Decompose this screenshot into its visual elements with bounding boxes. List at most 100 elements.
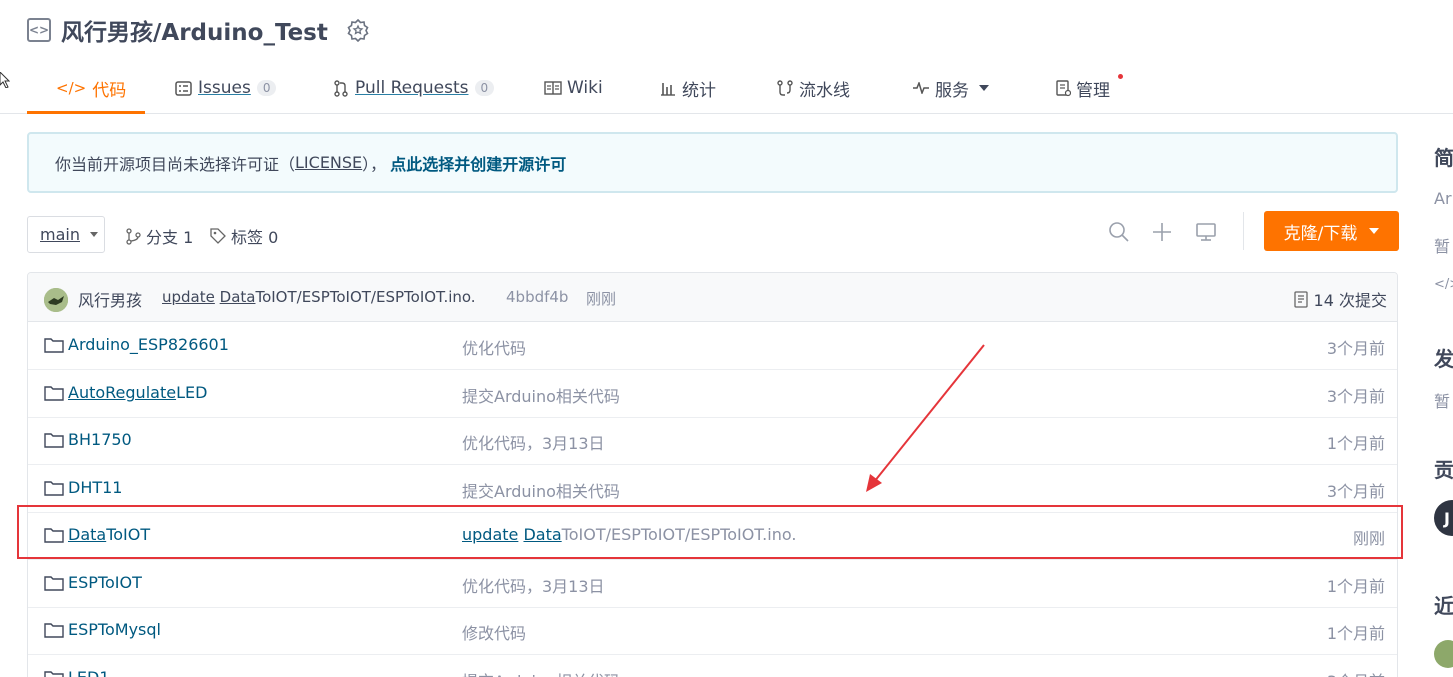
file-commit-time: 3个月前 bbox=[1326, 387, 1385, 406]
commit-hash[interactable]: 4bbdf4b bbox=[506, 288, 568, 306]
table-row[interactable]: ESPToIOT 优化代码，3月13日 1个月前 bbox=[28, 560, 1397, 608]
repo-owner[interactable]: 风行男孩 bbox=[61, 20, 153, 46]
sidebar-intro-heading: 简 bbox=[1434, 146, 1453, 170]
file-commit-time: 1个月前 bbox=[1326, 624, 1385, 643]
folder-icon bbox=[44, 338, 64, 353]
file-table: 风行男孩 update DataToIOT/ESPToIOT/ESPToIOT.… bbox=[27, 272, 1398, 677]
file-commit-message[interactable]: 提交Arduino相关代码 bbox=[462, 668, 620, 677]
folder-icon bbox=[44, 623, 64, 638]
folder-icon bbox=[44, 433, 64, 448]
file-commit-time: 3个月前 bbox=[1326, 339, 1385, 358]
branches-link[interactable]: 分支 1 bbox=[126, 224, 193, 248]
file-name-part: LED bbox=[176, 383, 208, 402]
file-name-part: AutoRegulate bbox=[68, 383, 177, 402]
clone-download-label: 克隆/下载 bbox=[1283, 223, 1358, 244]
tab-stats-label: 统计 bbox=[682, 80, 716, 101]
sidebar-releases-heading: 发 bbox=[1434, 347, 1453, 371]
tab-wiki-label: Wiki bbox=[567, 78, 603, 98]
file-commit-message[interactable]: 修改代码 bbox=[462, 620, 526, 644]
tab-code[interactable]: </> 代码 bbox=[56, 62, 126, 114]
repo-header: <> 风行男孩/Arduino_Test bbox=[27, 14, 370, 46]
file-name[interactable]: Arduino_ESP826601 bbox=[68, 335, 229, 354]
file-commit-message[interactable]: 提交Arduino相关代码 bbox=[462, 478, 620, 502]
table-row[interactable]: AutoRegulateLED 提交Arduino相关代码 3个月前 bbox=[28, 370, 1397, 418]
file-name[interactable]: LED1 bbox=[68, 668, 110, 677]
file-commit-message[interactable]: 优化代码，3月13日 bbox=[462, 430, 605, 454]
pull-request-icon bbox=[334, 79, 348, 97]
tab-service[interactable]: 服务 bbox=[912, 62, 989, 114]
search-icon[interactable] bbox=[1108, 221, 1130, 243]
file-name[interactable]: ESPToMysql bbox=[68, 620, 161, 639]
add-icon[interactable] bbox=[1151, 221, 1173, 243]
manage-icon bbox=[1056, 79, 1071, 96]
tab-stats[interactable]: 统计 bbox=[660, 62, 716, 114]
pipeline-icon bbox=[777, 79, 793, 96]
file-commit-time: 3个月前 bbox=[1326, 482, 1385, 501]
contributor-avatar[interactable]: J bbox=[1434, 500, 1453, 536]
commit-message-part: Data bbox=[219, 288, 256, 306]
wiki-icon bbox=[544, 81, 562, 95]
tab-service-label: 服务 bbox=[935, 80, 969, 101]
repo-title[interactable]: 风行男孩/Arduino_Test bbox=[61, 13, 328, 47]
create-license-link[interactable]: 点此选择并创建开源许可 bbox=[390, 151, 566, 175]
tab-wiki[interactable]: Wiki bbox=[544, 62, 603, 114]
commit-author[interactable]: 风行男孩 bbox=[78, 287, 142, 311]
branch-select-value: main bbox=[40, 225, 80, 244]
tags-link[interactable]: 标签 0 bbox=[210, 224, 278, 248]
branch-icon bbox=[126, 227, 141, 245]
folder-icon bbox=[44, 481, 64, 496]
table-row[interactable]: LED1 提交Arduino相关代码 3个月前 bbox=[28, 655, 1397, 677]
sidebar-activity-heading: 近 bbox=[1434, 594, 1453, 618]
avatar[interactable] bbox=[1434, 640, 1453, 668]
repo-name[interactable]: Arduino_Test bbox=[161, 20, 327, 46]
file-name[interactable]: AutoRegulateLED bbox=[68, 383, 207, 402]
clone-download-button[interactable]: 克隆/下载 bbox=[1264, 211, 1399, 251]
issues-count-badge: 0 bbox=[256, 80, 277, 96]
tab-pipeline[interactable]: 流水线 bbox=[776, 62, 850, 114]
commit-message[interactable]: update DataToIOT/ESPToIOT/ESPToIOT.ino. bbox=[162, 288, 476, 306]
sidebar-contributors-heading: 贡 bbox=[1434, 458, 1453, 482]
branch-select[interactable]: main bbox=[27, 216, 105, 253]
file-name[interactable]: BH1750 bbox=[68, 430, 132, 449]
commit-count-label: 14 次提交 bbox=[1313, 291, 1387, 310]
file-commit-message[interactable]: 优化代码，3月13日 bbox=[462, 573, 605, 597]
tab-issues-label: Issues bbox=[198, 78, 251, 98]
chevron-down-icon bbox=[1369, 228, 1380, 234]
license-text-prefix: 你当前开源项目尚未选择许可证（ bbox=[55, 154, 296, 174]
avatar[interactable] bbox=[44, 288, 68, 312]
notification-dot bbox=[1118, 74, 1123, 79]
issues-icon bbox=[175, 80, 192, 96]
code-icon: </> bbox=[56, 79, 87, 97]
pull-requests-count-badge: 0 bbox=[474, 80, 495, 96]
sidebar-releases-empty: 暂 bbox=[1434, 392, 1451, 411]
table-row[interactable]: BH1750 优化代码，3月13日 1个月前 bbox=[28, 417, 1397, 465]
commit-message-part: update bbox=[162, 288, 215, 306]
table-row[interactable]: Arduino_ESP826601 优化代码 3个月前 bbox=[28, 322, 1397, 370]
file-commit-message[interactable]: 提交Arduino相关代码 bbox=[462, 383, 620, 407]
folder-icon bbox=[44, 386, 64, 401]
commit-count-link[interactable]: 14 次提交 bbox=[1293, 287, 1387, 311]
sidebar-intro-empty: 暂 bbox=[1434, 237, 1451, 256]
license-text-suffix: ）， bbox=[362, 154, 387, 174]
web-ide-icon[interactable] bbox=[1195, 221, 1217, 243]
folder-icon bbox=[44, 576, 64, 591]
file-name[interactable]: DHT11 bbox=[68, 478, 122, 497]
table-row[interactable]: ESPToMysql 修改代码 1个月前 bbox=[28, 607, 1397, 655]
toolbar-divider bbox=[1243, 212, 1244, 250]
latest-commit-bar: 风行男孩 update DataToIOT/ESPToIOT/ESPToIOT.… bbox=[28, 273, 1397, 322]
recommend-badge-icon[interactable] bbox=[346, 18, 370, 42]
tab-issues[interactable]: Issues 0 bbox=[175, 62, 277, 114]
file-commit-time: 1个月前 bbox=[1326, 434, 1385, 453]
tab-manage[interactable]: 管理 bbox=[1056, 62, 1110, 114]
folder-icon bbox=[44, 671, 64, 677]
file-commit-message[interactable]: 优化代码 bbox=[462, 335, 526, 359]
license-banner: 你当前开源项目尚未选择许可证（ LICENSE）， 点此选择并创建开源许可 bbox=[27, 132, 1398, 193]
file-commit-time: 1个月前 bbox=[1326, 577, 1385, 596]
tab-code-label: 代码 bbox=[92, 80, 127, 101]
tab-manage-label: 管理 bbox=[1076, 80, 1110, 101]
stats-icon bbox=[661, 82, 675, 96]
file-name[interactable]: ESPToIOT bbox=[68, 573, 142, 592]
tab-pull-requests[interactable]: Pull Requests 0 bbox=[333, 62, 495, 114]
license-word[interactable]: LICENSE bbox=[295, 153, 362, 172]
file-commit-time: 3个月前 bbox=[1327, 668, 1385, 677]
